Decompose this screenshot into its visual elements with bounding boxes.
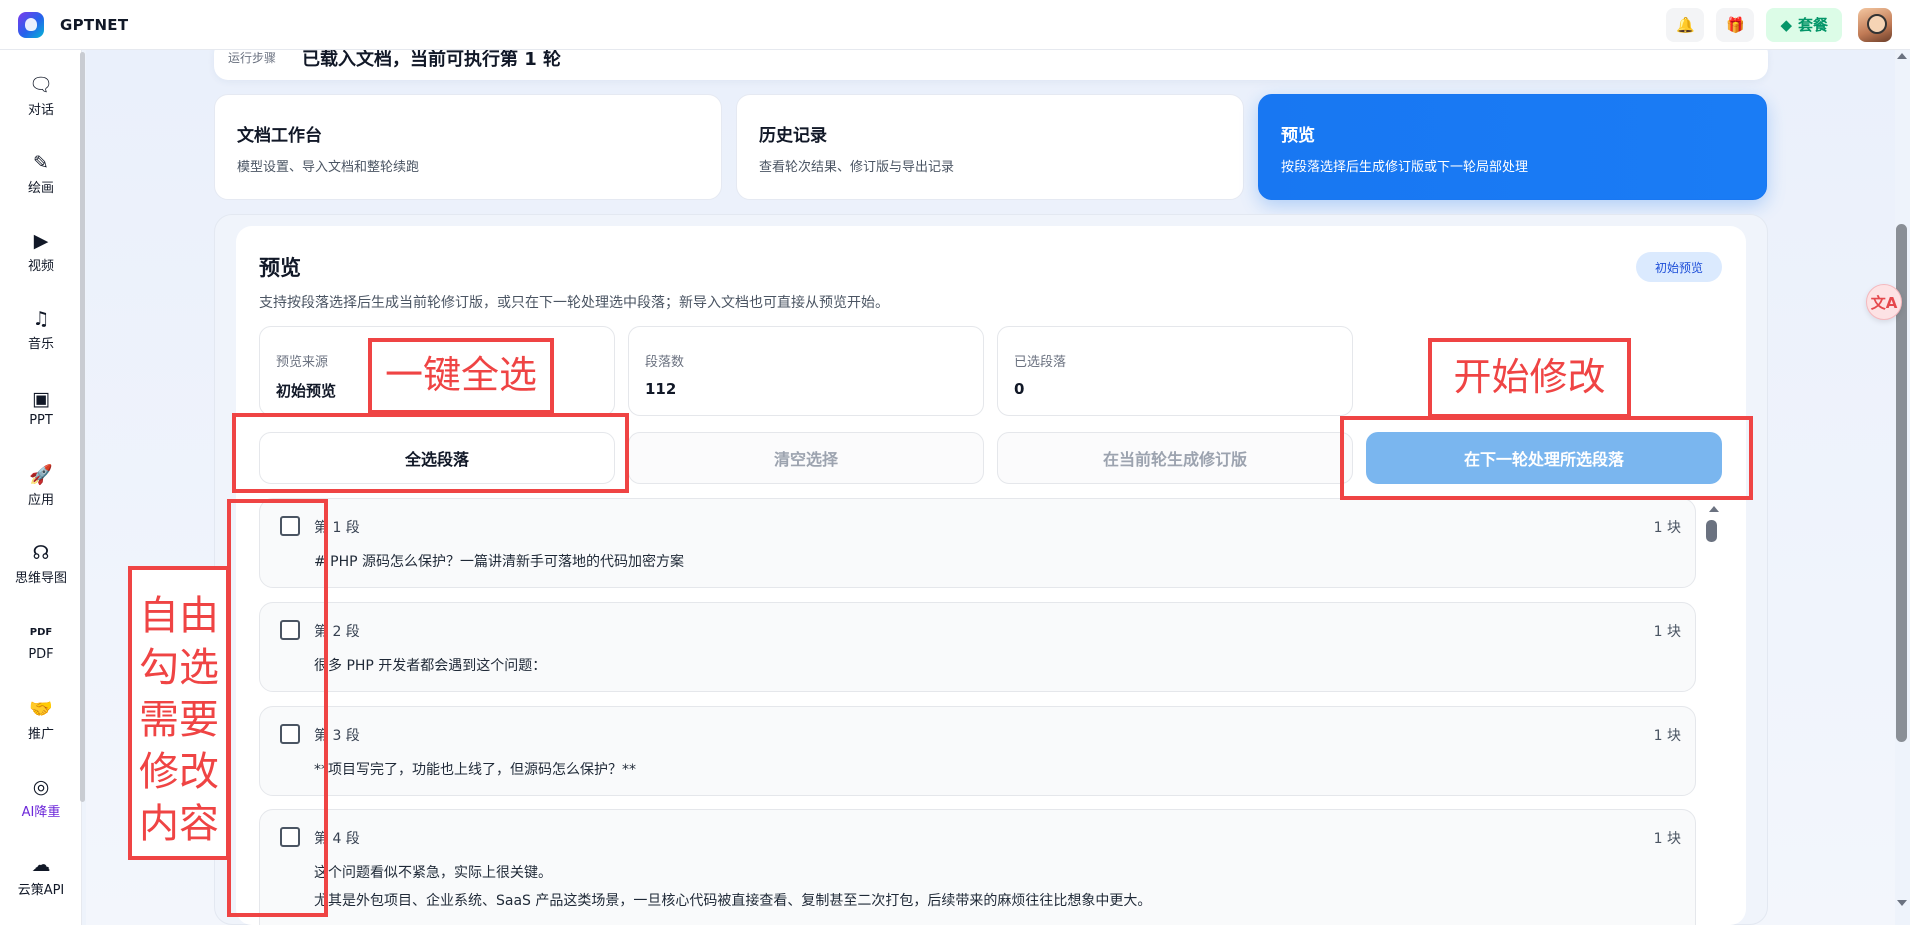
sidebar-item-draw[interactable]: ✎ 绘画	[0, 142, 82, 206]
sidebar-item-mindmap[interactable]: ☊ 思维导图	[0, 532, 82, 596]
cloud-api-icon: ☁	[31, 854, 51, 876]
paragraph-list: 第 1 段 1 块 # PHP 源码怎么保护？一篇讲清新手可落地的代码加密方案 …	[259, 498, 1709, 925]
top-actions: 🔔 🎁 ◆ 套餐	[1666, 7, 1892, 42]
list-item[interactable]: 第 4 段 1 块 这个问题看似不紧急，实际上很关键。 尤其是外包项目、企业系统…	[259, 809, 1696, 925]
paragraph-text: # PHP 源码怎么保护？一篇讲清新手可落地的代码加密方案	[314, 554, 685, 570]
stat-label: 段落数	[645, 355, 685, 370]
chat-icon: 🗨	[28, 74, 54, 96]
annotation-free-select: 自由 勾选 需要 修改 内容	[128, 566, 230, 860]
avatar[interactable]	[1858, 7, 1892, 42]
sidebar-item-label: PPT	[29, 413, 53, 428]
sidebar-item-label: PDF	[28, 647, 54, 662]
sidebar-item-chat[interactable]: 🗨 对话	[0, 64, 82, 128]
paragraph-text: 这个问题看似不紧急，实际上很关键。	[314, 865, 552, 881]
card-title: 预览	[1281, 126, 1315, 146]
sidebar-item-label: 绘画	[27, 181, 54, 196]
card-subtitle: 模型设置、导入文档和整轮续跑	[237, 160, 420, 175]
list-scrollbar-thumb[interactable]	[1706, 520, 1717, 542]
card-title: 历史记录	[759, 126, 827, 146]
sidebar-item-label: 对话	[27, 103, 54, 118]
card-subtitle: 查看轮次结果、修订版与导出记录	[759, 160, 955, 175]
sidebar-item-music[interactable]: ♫ 音乐	[0, 298, 82, 362]
stat-paragraph-count: 段落数 112	[628, 326, 984, 416]
clear-selection-button[interactable]: 清空选择	[628, 432, 984, 484]
page-title: 预览	[259, 256, 301, 280]
brush-icon: ✎	[33, 152, 49, 174]
sidebar-item-apps[interactable]: 🚀 应用	[0, 454, 82, 518]
logo-icon	[18, 11, 44, 38]
translate-icon[interactable]: 文A	[1866, 284, 1902, 320]
page-scroll-up-arrow[interactable]	[1897, 53, 1907, 59]
rocket-icon: 🚀	[29, 464, 53, 486]
paragraph-block-count: 1 块	[1653, 520, 1681, 536]
stat-selected-count: 已选段落 0	[997, 326, 1353, 416]
sidebar-item-label: 音乐	[27, 337, 54, 352]
annotation-line: 修改	[139, 749, 219, 795]
notification-bell-icon[interactable]: 🔔	[1666, 7, 1705, 42]
page-scroll-down-arrow[interactable]	[1897, 900, 1907, 906]
sidebar-item-label: 推广	[27, 727, 54, 742]
run-label: 运行步骤	[228, 51, 277, 65]
card-subtitle: 按段落选择后生成修订版或下一轮局部处理	[1281, 160, 1529, 175]
sidebar-scrollbar[interactable]	[80, 52, 85, 802]
tab-document-workbench[interactable]: 文档工作台 模型设置、导入文档和整轮续跑	[214, 94, 722, 200]
annotation-line: 内容	[139, 801, 219, 847]
video-icon: ▶	[33, 230, 49, 252]
paragraph-block-count: 1 块	[1653, 728, 1681, 744]
sidebar-item-label: 思维导图	[14, 571, 67, 586]
sidebar-item-label: 视频	[27, 259, 54, 274]
paragraph-text: **项目写完了，功能也上线了，但源码怎么保护？**	[314, 762, 636, 778]
sidebar-item-label: AI降重	[21, 805, 61, 820]
list-item[interactable]: 第 3 段 1 块 **项目写完了，功能也上线了，但源码怎么保护？**	[259, 706, 1696, 796]
annotation-line: 自由	[139, 593, 219, 639]
sidebar-item-label: 应用	[27, 493, 54, 508]
list-item[interactable]: 第 1 段 1 块 # PHP 源码怎么保护？一篇讲清新手可落地的代码加密方案	[259, 498, 1696, 588]
pdf-icon: PDF	[29, 627, 53, 638]
annotation-line: 勾选	[139, 645, 219, 691]
annotation-box-start-edit	[1340, 416, 1753, 500]
sidebar: 🗨 对话 ✎ 绘画 ▶ 视频 ♫ 音乐 ▣ PPT 🚀 应用 ☊ 思维导图 PD…	[0, 50, 82, 925]
gift-icon[interactable]: 🎁	[1716, 7, 1755, 42]
sidebar-item-pdf[interactable]: PDF PDF	[0, 610, 82, 674]
tab-history[interactable]: 历史记录 查看轮次结果、修订版与导出记录	[736, 94, 1244, 200]
sidebar-item-ai-reduce[interactable]: ◎ AI降重	[0, 766, 82, 830]
list-scroll-up-arrow[interactable]	[1709, 506, 1719, 512]
music-icon: ♫	[32, 308, 50, 330]
stat-label: 已选段落	[1014, 355, 1067, 370]
annotation-box-select-all	[232, 413, 629, 493]
stat-value: 0	[1014, 380, 1025, 398]
annotation-box-checkboxes	[227, 499, 328, 917]
tab-preview[interactable]: 预览 按段落选择后生成修订版或下一轮局部处理	[1258, 94, 1767, 200]
ai-reduce-icon: ◎	[32, 776, 50, 798]
paragraph-text: 很多 PHP 开发者都会遇到这个问题：	[314, 658, 547, 674]
sidebar-item-promote[interactable]: 🤝 推广	[0, 688, 82, 752]
paragraph-block-count: 1 块	[1653, 831, 1681, 847]
plan-button[interactable]: ◆ 套餐	[1766, 7, 1842, 42]
status-badge: 初始预览	[1636, 252, 1722, 282]
presentation-icon: ▣	[32, 388, 50, 410]
handshake-icon: 🤝	[29, 698, 53, 720]
card-title: 文档工作台	[237, 126, 322, 146]
stat-value: 112	[645, 380, 677, 398]
preview-subtitle: 支持按段落选择后生成当前轮修订版，或只在下一轮处理选中段落；新导入文档也可直接从…	[259, 295, 889, 311]
paragraph-block-count: 1 块	[1653, 624, 1681, 640]
generate-revision-button[interactable]: 在当前轮生成修订版	[997, 432, 1353, 484]
plan-label: 套餐	[1797, 16, 1828, 34]
annotation-line: 需要	[139, 697, 219, 743]
sidebar-item-label: 云策API	[17, 883, 65, 898]
brand-name: GPTNET	[60, 15, 129, 34]
diamond-icon: ◆	[1780, 15, 1792, 34]
list-item[interactable]: 第 2 段 1 块 很多 PHP 开发者都会遇到这个问题：	[259, 602, 1696, 692]
sidebar-item-cloud-api[interactable]: ☁ 云策API	[0, 844, 82, 908]
top-bar: GPTNET 🔔 🎁 ◆ 套餐	[0, 0, 1910, 50]
sidebar-item-ppt[interactable]: ▣ PPT	[0, 376, 82, 440]
sidebar-item-video[interactable]: ▶ 视频	[0, 220, 82, 284]
paragraph-text-line-2: 尤其是外包项目、企业系统、SaaS 产品这类场景，一旦核心代码被直接查看、复制甚…	[314, 893, 1152, 909]
annotation-start-edit: 开始修改	[1428, 338, 1631, 418]
annotation-select-all: 一键全选	[368, 338, 554, 414]
mindmap-icon: ☊	[32, 542, 50, 564]
